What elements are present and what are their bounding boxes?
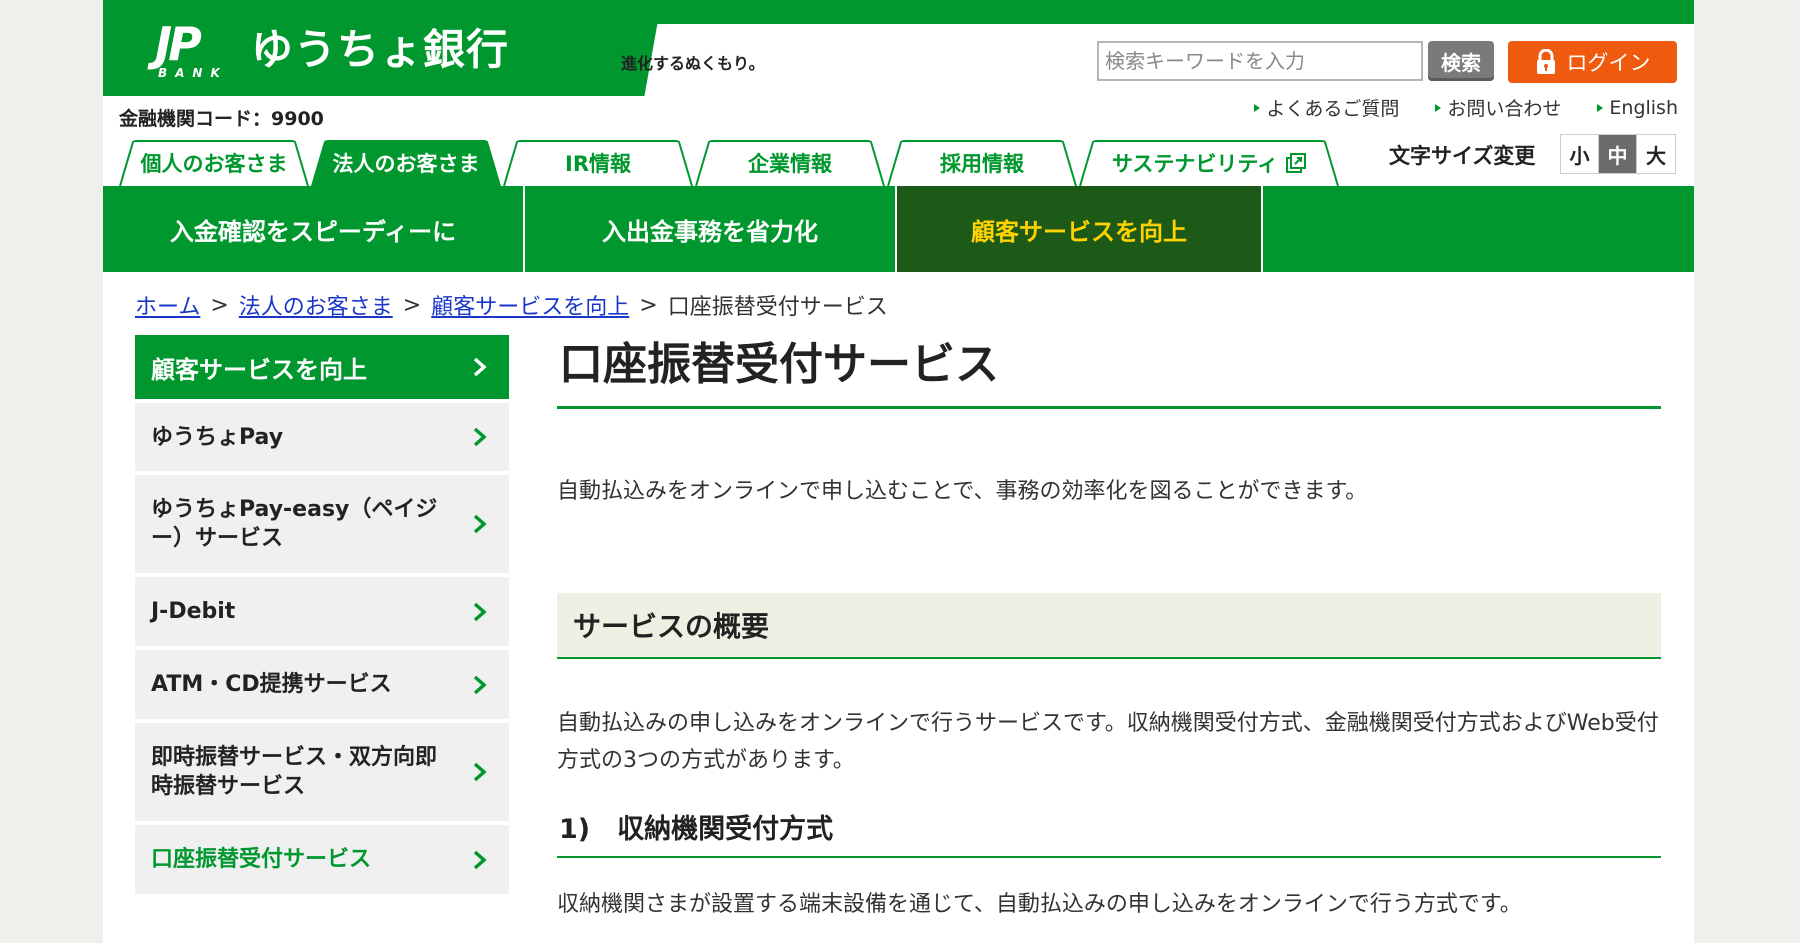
page: JP BANK ゆうちょ銀行 進化するぬくもり。 金融機関コード：9900 検索… (103, 0, 1694, 943)
external-link-icon (1286, 153, 1307, 173)
tab-company[interactable]: 企業情報 (695, 140, 885, 186)
utility-links: よくあるご質問 お問い合わせ English (1254, 94, 1678, 121)
tab-recruit[interactable]: 採用情報 (887, 140, 1077, 186)
util-link-english[interactable]: English (1597, 94, 1678, 121)
subnav-labor-saving[interactable]: 入出金事務を省力化 (525, 186, 897, 272)
tagline: 進化するぬくもり。 (621, 54, 765, 73)
sidebar-heading[interactable]: 顧客サービスを向上 (135, 335, 509, 399)
sidebar-item-label: ATM・CD提携サービス (151, 672, 392, 697)
breadcrumb-current: 口座振替受付サービス (667, 295, 888, 320)
chevron-right-icon (473, 357, 487, 377)
chevron-right-icon (473, 602, 487, 621)
tab-label: 法人のお客さま (332, 152, 480, 176)
chevron-right-icon (473, 427, 487, 447)
search-button[interactable]: 検索 (1428, 41, 1494, 81)
tab-label: サステナビリティ (1111, 152, 1279, 176)
util-link-label: お問い合わせ (1447, 98, 1562, 120)
page-title: 口座振替受付サービス (557, 320, 1661, 409)
sidebar-item-label: ゆうちょPay-easy（ペイジー）サービス (151, 497, 438, 551)
login-button[interactable]: ログイン (1508, 41, 1677, 83)
sidebar-heading-label: 顧客サービスを向上 (151, 355, 367, 384)
lock-icon (1535, 48, 1557, 75)
breadcrumb-customer-service[interactable]: 顧客サービスを向上 (431, 289, 629, 321)
logo-sub: BANK (158, 66, 228, 80)
tab-corporate[interactable]: 法人のお客さま (311, 140, 501, 186)
tab-label: 個人のお客さま (140, 152, 288, 176)
section-text: 自動払込みの申し込みをオンラインで行うサービスです。収納機関受付方式、金融機関受… (557, 711, 1659, 773)
sub-text: 収納機関さまが設置する端末設備を通じて、自動払込みの申し込みをオンラインで行う方… (557, 892, 1522, 917)
triangle-icon (1254, 103, 1261, 112)
breadcrumb-separator: > (210, 292, 229, 318)
tab-label: 採用情報 (940, 152, 1024, 176)
bank-code: 金融機関コード：9900 (119, 108, 324, 130)
sidebar-item-yucho-pay[interactable]: ゆうちょPay (135, 403, 509, 471)
breadcrumb-home[interactable]: ホーム (135, 289, 200, 321)
subnav-customer-service[interactable]: 顧客サービスを向上 (897, 186, 1263, 272)
breadcrumb-corporate[interactable]: 法人のお客さま (239, 289, 393, 321)
logo-mark: JP (155, 17, 202, 71)
util-link-label: よくあるご質問 (1266, 98, 1400, 120)
login-label: ログイン (1566, 51, 1651, 75)
font-size-label: 文字サイズ変更 (1389, 144, 1536, 168)
triangle-icon (1435, 103, 1442, 112)
sidebar-item-account-transfer[interactable]: 口座振替受付サービス (135, 825, 509, 894)
font-size-medium-button[interactable]: 中 (1599, 135, 1637, 173)
sidebar-item-label: 口座振替受付サービス (151, 847, 372, 872)
section-heading: サービスの概要 (557, 593, 1661, 659)
sub-navigation: 入金確認をスピーディーに 入出金事務を省力化 顧客サービスを向上 (103, 186, 1694, 272)
chevron-right-icon (473, 850, 487, 869)
util-link-contact[interactable]: お問い合わせ (1435, 94, 1561, 121)
tab-label: IR情報 (565, 152, 631, 176)
chevron-right-icon (473, 514, 487, 534)
breadcrumb-separator: > (402, 292, 422, 318)
font-size-large-button[interactable]: 大 (1637, 135, 1675, 173)
sidebar: 顧客サービスを向上 ゆうちょPay ゆうちょPay-easy（ペイジー）サービス… (135, 335, 509, 898)
font-size-small-button[interactable]: 小 (1561, 135, 1599, 173)
sidebar-item-j-debit[interactable]: J-Debit (135, 577, 509, 646)
search-input[interactable] (1097, 41, 1423, 81)
breadcrumb-separator: > (639, 292, 658, 318)
intro-text: 自動払込みをオンラインで申し込むことで、事務の効率化を図ることができます。 (557, 479, 1368, 504)
chevron-right-icon (473, 675, 487, 694)
breadcrumb: ホーム > 法人のお客さま > 顧客サービスを向上 > 口座振替受付サービス (135, 289, 888, 321)
tab-ir[interactable]: IR情報 (503, 140, 693, 186)
sidebar-item-label: J-Debit (151, 599, 236, 624)
chevron-right-icon (473, 762, 487, 782)
tab-label: 企業情報 (748, 152, 832, 176)
triangle-icon (1597, 103, 1604, 112)
sub-heading: 1) 収納機関受付方式 (557, 803, 1661, 858)
font-size-switcher: 小 中 大 (1560, 134, 1676, 174)
tab-personal[interactable]: 個人のお客さま (119, 140, 309, 186)
subnav-quick-confirm[interactable]: 入金確認をスピーディーに (103, 186, 525, 272)
sidebar-item-atm-cd[interactable]: ATM・CD提携サービス (135, 650, 509, 719)
tab-sustainability[interactable]: サステナビリティ (1079, 140, 1339, 186)
bank-name: ゆうちょ銀行 (251, 25, 510, 74)
logo-band-slant (543, 0, 673, 96)
sidebar-item-label: 即時振替サービス・双方向即時振替サービス (151, 745, 438, 799)
sidebar-item-instant-transfer[interactable]: 即時振替サービス・双方向即時振替サービス (135, 723, 509, 821)
sidebar-item-pay-easy[interactable]: ゆうちょPay-easy（ペイジー）サービス (135, 475, 509, 573)
sidebar-item-label: ゆうちょPay (151, 424, 284, 450)
main-content: 口座振替受付サービス 自動払込みをオンラインで申し込むことで、事務の効率化を図る… (557, 320, 1661, 918)
main-tabs: 個人のお客さま 法人のお客さま IR情報 企業情報 採用情報 サステナビリティ (119, 140, 1341, 186)
util-link-label: English (1609, 96, 1678, 119)
util-link-faq[interactable]: よくあるご質問 (1254, 94, 1399, 121)
